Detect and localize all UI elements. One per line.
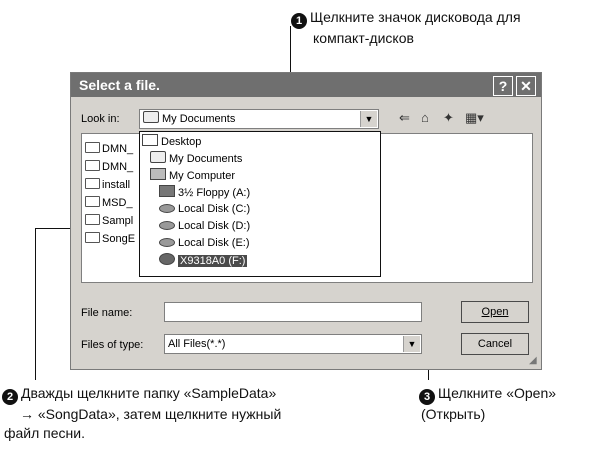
list-item[interactable]: install (85, 178, 130, 192)
local-disk-icon (159, 238, 175, 247)
up-folder-icon[interactable]: ⌂ (421, 110, 429, 125)
look-in-select[interactable]: My Documents ▼ (139, 109, 379, 129)
callout-2-line-2: → «SongData», затем щелкните нужный (20, 406, 282, 422)
list-item-songdata[interactable]: SongE (85, 232, 135, 246)
back-icon[interactable]: ⇐ (399, 110, 410, 126)
callout-3-line-2: (Открыть) (421, 406, 486, 422)
resize-grip-icon[interactable]: ◢ (529, 355, 537, 366)
look-in-value: My Documents (162, 113, 236, 125)
look-in-dropdown-list: Desktop My Documents My Computer 3½ Flop… (139, 131, 381, 277)
open-button[interactable]: Open (461, 301, 529, 323)
local-disk-icon (159, 204, 175, 213)
title-bar: Select a file. ? ✕ (71, 73, 541, 97)
callout-number-2: 2 (2, 389, 18, 405)
file-type-value: All Files(*.*) (168, 338, 226, 350)
callout-2: 2 Дважды щелкните папку «SampleData» → «S… (2, 384, 281, 443)
folder-icon (85, 196, 100, 207)
folder-icon (85, 178, 100, 189)
callout-3-line-1: Щелкните «Open» (438, 385, 557, 401)
list-item-sampledata[interactable]: Sampl (85, 214, 133, 228)
folder-icon (85, 142, 100, 153)
floppy-drive-icon (159, 185, 175, 197)
callout-3: 3 Щелкните «Open» (Открыть) (419, 384, 556, 424)
callout-1: 1 Щелкните значок дисковода для компакт-д… (291, 8, 521, 48)
callout-2-line-3: файл песни. (4, 425, 85, 441)
look-in-option-desktop[interactable]: Desktop (142, 134, 201, 148)
look-in-option-floppy[interactable]: 3½ Floppy (A:) (159, 185, 250, 199)
list-item[interactable]: DMN_ (85, 160, 133, 174)
look-in-option-local-disk-d[interactable]: Local Disk (D:) (159, 219, 250, 233)
callout-1-line-2: компакт-дисков (313, 30, 414, 46)
look-in-option-cd-drive[interactable]: X9318A0 (F:) (159, 253, 248, 267)
cancel-button-label: Cancel (477, 338, 513, 350)
file-name-label: File name: (81, 307, 133, 319)
my-documents-icon (150, 151, 166, 163)
look-in-option-my-computer[interactable]: My Computer (150, 168, 235, 182)
open-button-label: Open (481, 306, 509, 318)
callout-1-line-1: Щелкните значок дисковода для (310, 9, 521, 25)
folder-icon (85, 160, 100, 171)
callout-number-1: 1 (291, 13, 307, 29)
file-type-select[interactable]: All Files(*.*) ▼ (164, 334, 422, 354)
look-in-option-local-disk-c[interactable]: Local Disk (C:) (159, 202, 250, 216)
cancel-button[interactable]: Cancel (461, 333, 529, 355)
callout-number-3: 3 (419, 389, 435, 405)
look-in-label: Look in: (81, 113, 120, 125)
leader-line-2-vertical (35, 228, 36, 380)
chevron-down-icon[interactable]: ▼ (403, 336, 420, 352)
help-button[interactable]: ? (493, 76, 513, 96)
list-item[interactable]: DMN_ (85, 142, 133, 156)
chevron-down-icon[interactable]: ▼ (360, 111, 377, 127)
close-button[interactable]: ✕ (516, 76, 536, 96)
new-folder-icon[interactable]: ✦ (443, 110, 454, 126)
callout-2-line-1: Дважды щелкните папку «SampleData» (21, 385, 277, 401)
file-name-field[interactable] (164, 302, 422, 322)
folder-icon (85, 214, 100, 225)
list-item[interactable]: MSD_ (85, 196, 133, 210)
local-disk-icon (159, 221, 175, 230)
desktop-icon (142, 134, 158, 146)
dialog-title: Select a file. (79, 77, 160, 93)
select-file-dialog: Select a file. ? ✕ Look in: My Documents… (70, 72, 542, 370)
file-type-label: Files of type: (81, 339, 144, 351)
my-computer-icon (150, 168, 166, 180)
views-menu-icon[interactable]: ▦▾ (465, 110, 484, 126)
cd-drive-icon (159, 253, 175, 265)
look-in-option-my-documents[interactable]: My Documents (150, 151, 242, 165)
folder-icon (85, 232, 100, 243)
look-in-option-local-disk-e[interactable]: Local Disk (E:) (159, 236, 250, 250)
my-documents-icon (143, 111, 159, 123)
